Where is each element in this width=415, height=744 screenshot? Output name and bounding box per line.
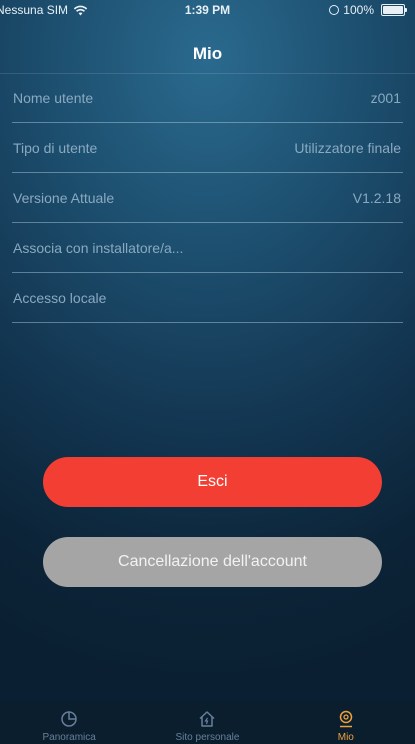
status-bar: Nessuna SIM 1:39 PM 100% [0, 0, 415, 22]
user-icon [339, 710, 353, 728]
battery-icon [381, 4, 407, 16]
row-current-version: Versione Attuale V1.2.18 [12, 173, 403, 223]
tab-label: Panoramica [42, 732, 96, 743]
row-label: Nome utente [13, 89, 94, 106]
row-label: Tipo di utente [13, 139, 98, 156]
tab-overview[interactable]: Panoramica [0, 702, 138, 744]
row-local-access[interactable]: Accesso locale [12, 273, 403, 323]
status-right: 100% [329, 3, 407, 17]
settings-list: Nome utente z001 Tipo di utente Utilizza… [0, 73, 415, 323]
tab-mine[interactable]: Mio [277, 702, 415, 744]
row-label: Accesso locale [13, 289, 107, 306]
page-title: Mio [192, 44, 223, 63]
row-user-type: Tipo di utente Utilizzatore finale [12, 123, 403, 173]
app-screen: Nessuna SIM 1:39 PM 100% Mio Nome utente… [0, 0, 415, 744]
row-label: Versione Attuale [13, 189, 115, 206]
tab-label: Mio [337, 732, 354, 743]
tab-bar: Panoramica Sito personale Mio [0, 702, 415, 744]
home-icon [199, 711, 215, 727]
pie-chart-icon [61, 711, 77, 727]
delete-account-button[interactable]: Cancellazione dell'account [43, 537, 382, 587]
row-value: z001 [370, 89, 401, 106]
alarm-icon [329, 5, 340, 15]
tab-personal-site[interactable]: Sito personale [138, 702, 276, 744]
row-value: Utilizzatore finale [294, 139, 401, 156]
logout-button[interactable]: Esci [43, 457, 382, 507]
row-label: Associa con installatore/a... [13, 239, 184, 256]
tab-label: Sito personale [175, 732, 240, 743]
battery-percent: 100% [343, 3, 374, 17]
row-associate-installer[interactable]: Associa con installatore/a... [12, 223, 403, 273]
row-value: V1.2.18 [352, 189, 401, 206]
row-username: Nome utente z001 [12, 73, 403, 123]
